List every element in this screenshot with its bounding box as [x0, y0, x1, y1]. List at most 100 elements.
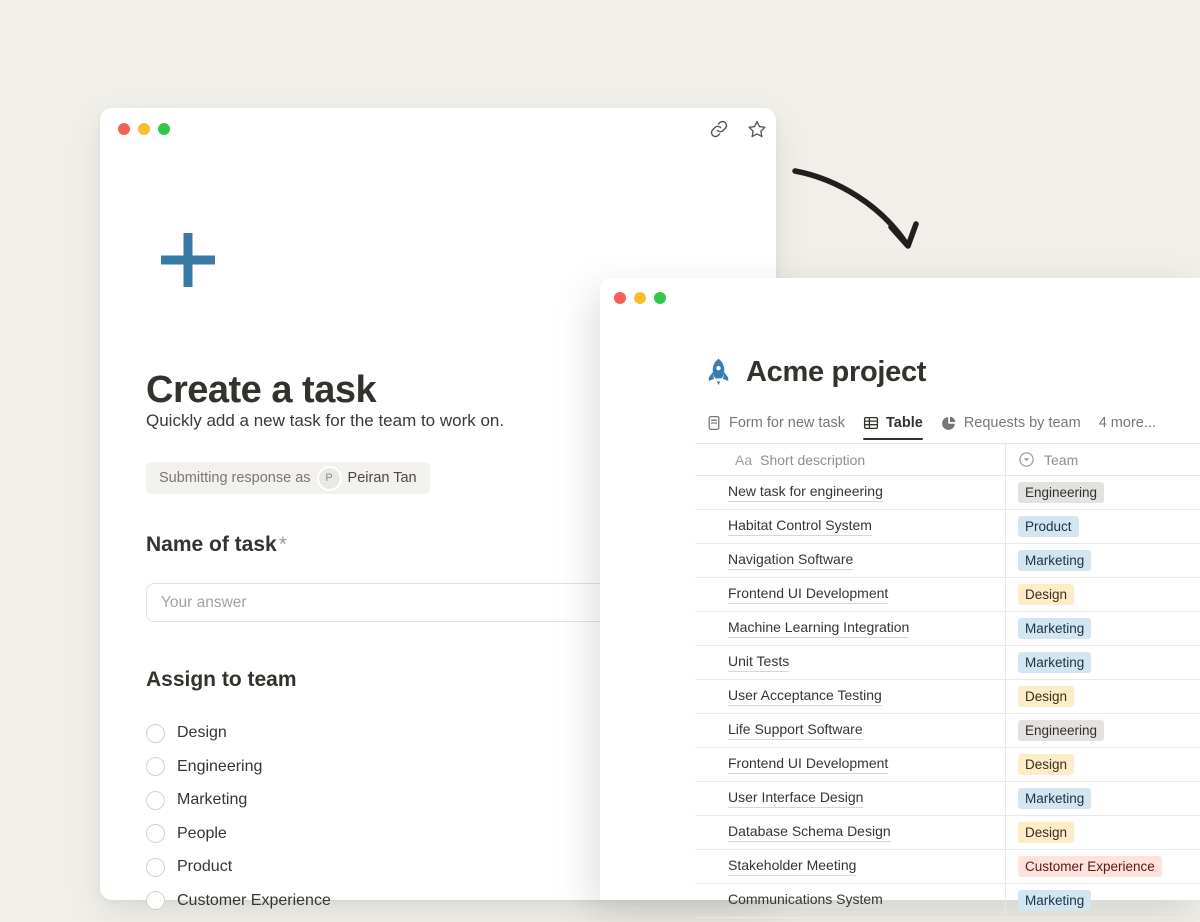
radio-icon[interactable]: [146, 891, 165, 910]
team-tag: Customer Experience: [1018, 856, 1162, 877]
submitting-as-pill: Submitting response as P Peiran Tan: [146, 462, 430, 494]
zoom-window-button[interactable]: [654, 292, 666, 304]
team-option[interactable]: Marketing: [146, 788, 331, 812]
radio-icon[interactable]: [146, 757, 165, 776]
team-cell[interactable]: Customer Experience: [1005, 850, 1200, 883]
table-row[interactable]: Frontend UI Development Design: [695, 748, 1200, 782]
close-window-button[interactable]: [614, 292, 626, 304]
team-cell[interactable]: Marketing: [1005, 884, 1200, 917]
table-row[interactable]: Communications System Marketing: [695, 884, 1200, 918]
table-row[interactable]: Habitat Control System Product: [695, 510, 1200, 544]
tab-table[interactable]: Table: [863, 407, 923, 438]
table-row[interactable]: Stakeholder Meeting Customer Experience: [695, 850, 1200, 884]
task-title-cell[interactable]: Frontend UI Development: [695, 578, 1005, 611]
connector-arrow: [780, 140, 960, 275]
team-option[interactable]: Design: [146, 721, 331, 745]
task-title-cell[interactable]: Habitat Control System: [695, 510, 1005, 543]
table-row[interactable]: Database Schema Design Design: [695, 816, 1200, 850]
form-icon: [706, 415, 722, 431]
team-cell[interactable]: Marketing: [1005, 646, 1200, 679]
task-title: Frontend UI Development: [728, 585, 888, 605]
team-option[interactable]: Product: [146, 855, 331, 879]
team-tag: Design: [1018, 754, 1074, 775]
radio-icon[interactable]: [146, 824, 165, 843]
team-cell[interactable]: Marketing: [1005, 782, 1200, 815]
task-title: User Acceptance Testing: [728, 687, 882, 707]
assign-team-label: Assign to team: [146, 668, 297, 692]
team-tag: Marketing: [1018, 652, 1091, 673]
page-title: Acme project: [746, 356, 926, 389]
task-title: Habitat Control System: [728, 517, 872, 537]
window-controls: [614, 292, 666, 304]
zoom-window-button[interactable]: [158, 123, 170, 135]
table-row[interactable]: Navigation Software Marketing: [695, 544, 1200, 578]
table-row[interactable]: User Acceptance Testing Design: [695, 680, 1200, 714]
rocket-icon[interactable]: [703, 357, 734, 388]
table-row[interactable]: User Interface Design Marketing: [695, 782, 1200, 816]
table-row[interactable]: Unit Tests Marketing: [695, 646, 1200, 680]
team-option[interactable]: Engineering: [146, 755, 331, 779]
team-cell[interactable]: Engineering: [1005, 476, 1200, 509]
tab-form-for-new-task[interactable]: Form for new task: [706, 407, 845, 438]
team-cell[interactable]: Design: [1005, 578, 1200, 611]
task-title: Communications System: [728, 891, 883, 911]
task-title-cell[interactable]: Life Support Software: [695, 714, 1005, 747]
pie-chart-icon: [941, 415, 957, 431]
column-header-short-description[interactable]: Aa Short description: [695, 444, 1005, 475]
table-row[interactable]: Life Support Software Engineering: [695, 714, 1200, 748]
table-row[interactable]: New task for engineering Engineering: [695, 476, 1200, 510]
column-header-team[interactable]: Team: [1005, 444, 1200, 475]
select-property-icon: [1018, 451, 1035, 468]
team-cell[interactable]: Design: [1005, 748, 1200, 781]
team-cell[interactable]: Marketing: [1005, 544, 1200, 577]
minimize-window-button[interactable]: [634, 292, 646, 304]
task-title-cell[interactable]: Navigation Software: [695, 544, 1005, 577]
task-title-cell[interactable]: User Interface Design: [695, 782, 1005, 815]
team-tag: Engineering: [1018, 720, 1104, 741]
team-tag: Marketing: [1018, 890, 1091, 911]
task-title: Unit Tests: [728, 653, 789, 673]
task-title-cell[interactable]: New task for engineering: [695, 476, 1005, 509]
plus-icon: [159, 231, 217, 294]
team-tag: Marketing: [1018, 788, 1091, 809]
team-cell[interactable]: Design: [1005, 680, 1200, 713]
team-tag: Design: [1018, 686, 1074, 707]
table-header-row: Aa Short description Team: [695, 443, 1200, 476]
table-row[interactable]: Machine Learning Integration Marketing: [695, 612, 1200, 646]
task-title-cell[interactable]: Machine Learning Integration: [695, 612, 1005, 645]
task-name-label: Name of task*: [146, 533, 287, 557]
radio-icon[interactable]: [146, 858, 165, 877]
window-controls: [118, 123, 170, 135]
task-title-cell[interactable]: Communications System: [695, 884, 1005, 917]
task-title-cell[interactable]: User Acceptance Testing: [695, 680, 1005, 713]
tab-requests-by-team[interactable]: Requests by team: [941, 407, 1081, 438]
task-title: Machine Learning Integration: [728, 619, 909, 639]
radio-icon[interactable]: [146, 724, 165, 743]
task-title: User Interface Design: [728, 789, 863, 809]
task-title-cell[interactable]: Database Schema Design: [695, 816, 1005, 849]
database-table: Aa Short description Team New task for e…: [695, 443, 1200, 918]
tab-more-views[interactable]: 4 more...: [1099, 407, 1156, 438]
task-title-cell[interactable]: Frontend UI Development: [695, 748, 1005, 781]
team-option-label: People: [177, 825, 227, 843]
link-icon[interactable]: [709, 119, 729, 139]
star-icon[interactable]: [747, 119, 767, 139]
task-title: Frontend UI Development: [728, 755, 888, 775]
team-cell[interactable]: Marketing: [1005, 612, 1200, 645]
team-option[interactable]: People: [146, 822, 331, 846]
submitting-as-prefix: Submitting response as: [159, 470, 311, 486]
team-cell[interactable]: Engineering: [1005, 714, 1200, 747]
team-tag: Design: [1018, 584, 1074, 605]
table-row[interactable]: Frontend UI Development Design: [695, 578, 1200, 612]
team-option-label: Product: [177, 858, 232, 876]
radio-icon[interactable]: [146, 791, 165, 810]
team-option[interactable]: Customer Experience: [146, 889, 331, 913]
minimize-window-button[interactable]: [138, 123, 150, 135]
team-option-label: Marketing: [177, 791, 247, 809]
team-cell[interactable]: Design: [1005, 816, 1200, 849]
table-icon: [863, 415, 879, 431]
team-cell[interactable]: Product: [1005, 510, 1200, 543]
task-title-cell[interactable]: Stakeholder Meeting: [695, 850, 1005, 883]
task-title-cell[interactable]: Unit Tests: [695, 646, 1005, 679]
close-window-button[interactable]: [118, 123, 130, 135]
